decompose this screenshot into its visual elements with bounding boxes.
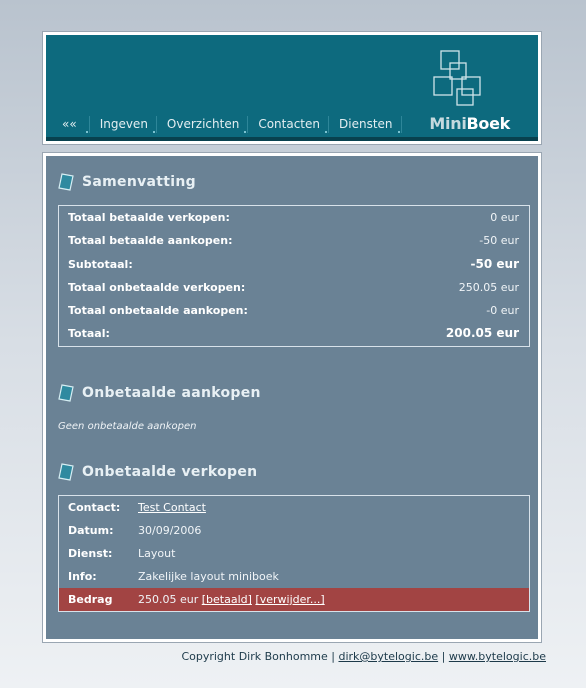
nav-diensten[interactable]: Diensten	[329, 116, 402, 133]
summary-label: Totaal betaalde verkopen:	[68, 211, 230, 224]
contact-link[interactable]: Test Contact	[138, 501, 206, 514]
service-label: Dienst:	[68, 547, 113, 560]
summary-value: 0 eur	[490, 211, 519, 224]
nav-back[interactable]: ««	[52, 116, 90, 133]
unpaid-purchases-title: Onbetaalde aankopen	[82, 385, 261, 401]
summary-label: Totaal onbetaalde aankopen:	[68, 304, 248, 318]
header-frame: MiniBoek «« Ingeven Overzichten Contacte…	[42, 31, 542, 145]
info-value: Zakelijke layout miniboek	[138, 570, 279, 583]
logo-mini-text: Mini	[429, 114, 467, 133]
service-value: Layout	[138, 547, 176, 560]
logo[interactable]: MiniBoek	[429, 114, 510, 133]
mark-paid-link[interactable]: [betaald]	[202, 593, 252, 606]
footer-separator: |	[441, 650, 446, 663]
book-icon	[58, 173, 74, 191]
summary-row: Totaal betaalde aankopen: -50 eur	[59, 229, 529, 252]
summary-value: -50 eur	[479, 234, 519, 248]
summary-label: Totaal onbetaalde verkopen:	[68, 280, 246, 294]
copyright-text: Copyright Dirk Bonhomme	[181, 650, 328, 663]
header: MiniBoek «« Ingeven Overzichten Contacte…	[46, 35, 538, 141]
summary-row: Totaal onbetaalde aankopen: -0 eur	[59, 299, 529, 322]
footer: Copyright Dirk Bonhomme | dirk@bytelogic…	[181, 650, 546, 663]
summary-box: Totaal betaalde verkopen: 0 eur Totaal b…	[58, 205, 530, 347]
total-value: 200.05 eur	[445, 326, 519, 341]
book-icon	[58, 463, 74, 481]
nav-contacten[interactable]: Contacten	[248, 116, 330, 133]
summary-title: Samenvatting	[82, 174, 196, 190]
no-unpaid-purchases-note: Geen onbetaalde aankopen	[58, 421, 197, 432]
subtotal-value: -50 eur	[470, 256, 519, 271]
main-nav: «« Ingeven Overzichten Contacten Dienste…	[52, 116, 402, 133]
sale-row-info: Info: Zakelijke layout miniboek	[59, 565, 529, 588]
footer-separator: |	[331, 650, 335, 663]
sale-row-service: Dienst: Layout	[59, 542, 529, 565]
sale-row-amount: Bedrag 250.05 eur [betaald] [verwijder..…	[59, 588, 529, 611]
sale-row-date: Datum: 30/09/2006	[59, 519, 529, 542]
unpaid-sales-title: Onbetaalde verkopen	[82, 464, 258, 480]
summary-row: Totaal onbetaalde verkopen: 250.05 eur	[59, 276, 529, 299]
main-content: Samenvatting Totaal betaalde verkopen: 0…	[46, 156, 538, 639]
summary-label: Totaal:	[68, 327, 110, 341]
logo-squares-icon	[433, 50, 481, 106]
amount-label: Bedrag	[68, 593, 113, 606]
summary-value: 250.05 eur	[458, 280, 519, 294]
unpaid-sale-box: Contact: Test Contact Datum: 30/09/2006 …	[58, 495, 530, 612]
summary-value: -0 eur	[486, 304, 519, 318]
main-frame: Samenvatting Totaal betaalde verkopen: 0…	[42, 152, 542, 643]
summary-row: Subtotaal: -50 eur	[59, 253, 529, 276]
info-label: Info:	[68, 570, 97, 583]
logo-boek-text: Boek	[466, 114, 511, 133]
delete-link[interactable]: [verwijder...]	[255, 593, 324, 606]
email-link[interactable]: dirk@bytelogic.be	[338, 650, 438, 663]
book-icon	[58, 384, 74, 402]
header-bottom-bar	[46, 137, 538, 141]
summary-label: Subtotaal:	[68, 257, 133, 271]
amount-value: 250.05 eur	[138, 593, 199, 606]
summary-label: Totaal betaalde aankopen:	[68, 234, 233, 248]
summary-row: Totaal: 200.05 eur	[59, 322, 529, 345]
summary-heading: Samenvatting	[58, 173, 196, 191]
summary-row: Totaal betaalde verkopen: 0 eur	[59, 206, 529, 229]
date-label: Datum:	[68, 524, 114, 537]
date-value: 30/09/2006	[138, 524, 202, 537]
contact-label: Contact:	[68, 501, 121, 514]
nav-overzichten[interactable]: Overzichten	[157, 116, 249, 133]
sale-row-contact: Contact: Test Contact	[59, 496, 529, 519]
unpaid-purchases-heading: Onbetaalde aankopen	[58, 384, 261, 402]
website-link[interactable]: www.bytelogic.be	[449, 650, 546, 663]
nav-ingeven[interactable]: Ingeven	[90, 116, 157, 133]
unpaid-sales-heading: Onbetaalde verkopen	[58, 463, 257, 481]
